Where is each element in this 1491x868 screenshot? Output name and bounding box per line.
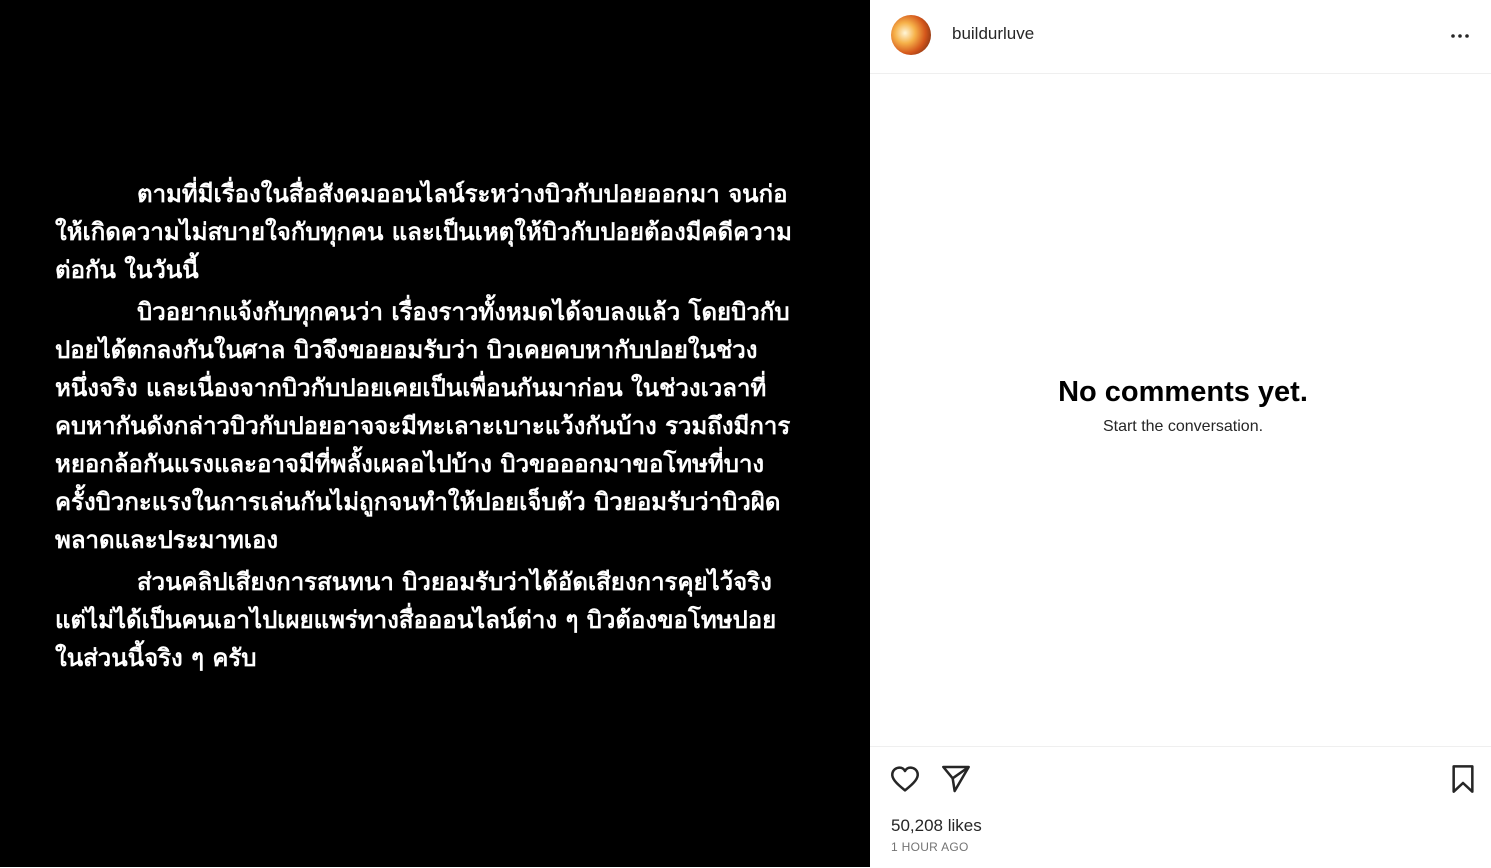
post-image-text: ตามที่มีเรื่องในสื่อสังคมออนไลน์ระหว่างบ… (55, 175, 845, 681)
more-horizontal-icon[interactable] (1448, 24, 1472, 48)
comments-empty-state: No comments yet. Start the conversation. (870, 370, 1491, 436)
heart-icon[interactable] (889, 763, 921, 795)
username-link[interactable]: buildurluve (952, 24, 1034, 44)
post-side-panel: buildurluve No comments yet. Start the c… (870, 0, 1491, 867)
post-timestamp[interactable]: 1 HOUR AGO (891, 840, 969, 854)
send-icon[interactable] (940, 763, 972, 795)
bookmark-icon[interactable] (1447, 763, 1479, 795)
empty-comments-subtitle: Start the conversation. (1102, 418, 1264, 435)
empty-comments-title: No comments yet. (1058, 376, 1308, 408)
avatar[interactable] (891, 15, 931, 55)
post-paragraph-3: ส่วนคลิปเสียงการสนทนา บิวยอมรับว่าได้อัด… (55, 568, 777, 672)
post-actions: 50,208 likes 1 HOUR AGO (870, 746, 1491, 868)
post-header: buildurluve (870, 0, 1491, 74)
post-paragraph-1: ตามที่มีเรื่องในสื่อสังคมออนไลน์ระหว่างบ… (55, 180, 792, 284)
post-media[interactable]: ตามที่มีเรื่องในสื่อสังคมออนไลน์ระหว่างบ… (0, 0, 870, 867)
likes-count[interactable]: 50,208 likes (891, 816, 982, 836)
post-paragraph-2: บิวอยากแจ้งกับทุกคนว่า เรื่องราวทั้งหมดไ… (55, 298, 791, 554)
